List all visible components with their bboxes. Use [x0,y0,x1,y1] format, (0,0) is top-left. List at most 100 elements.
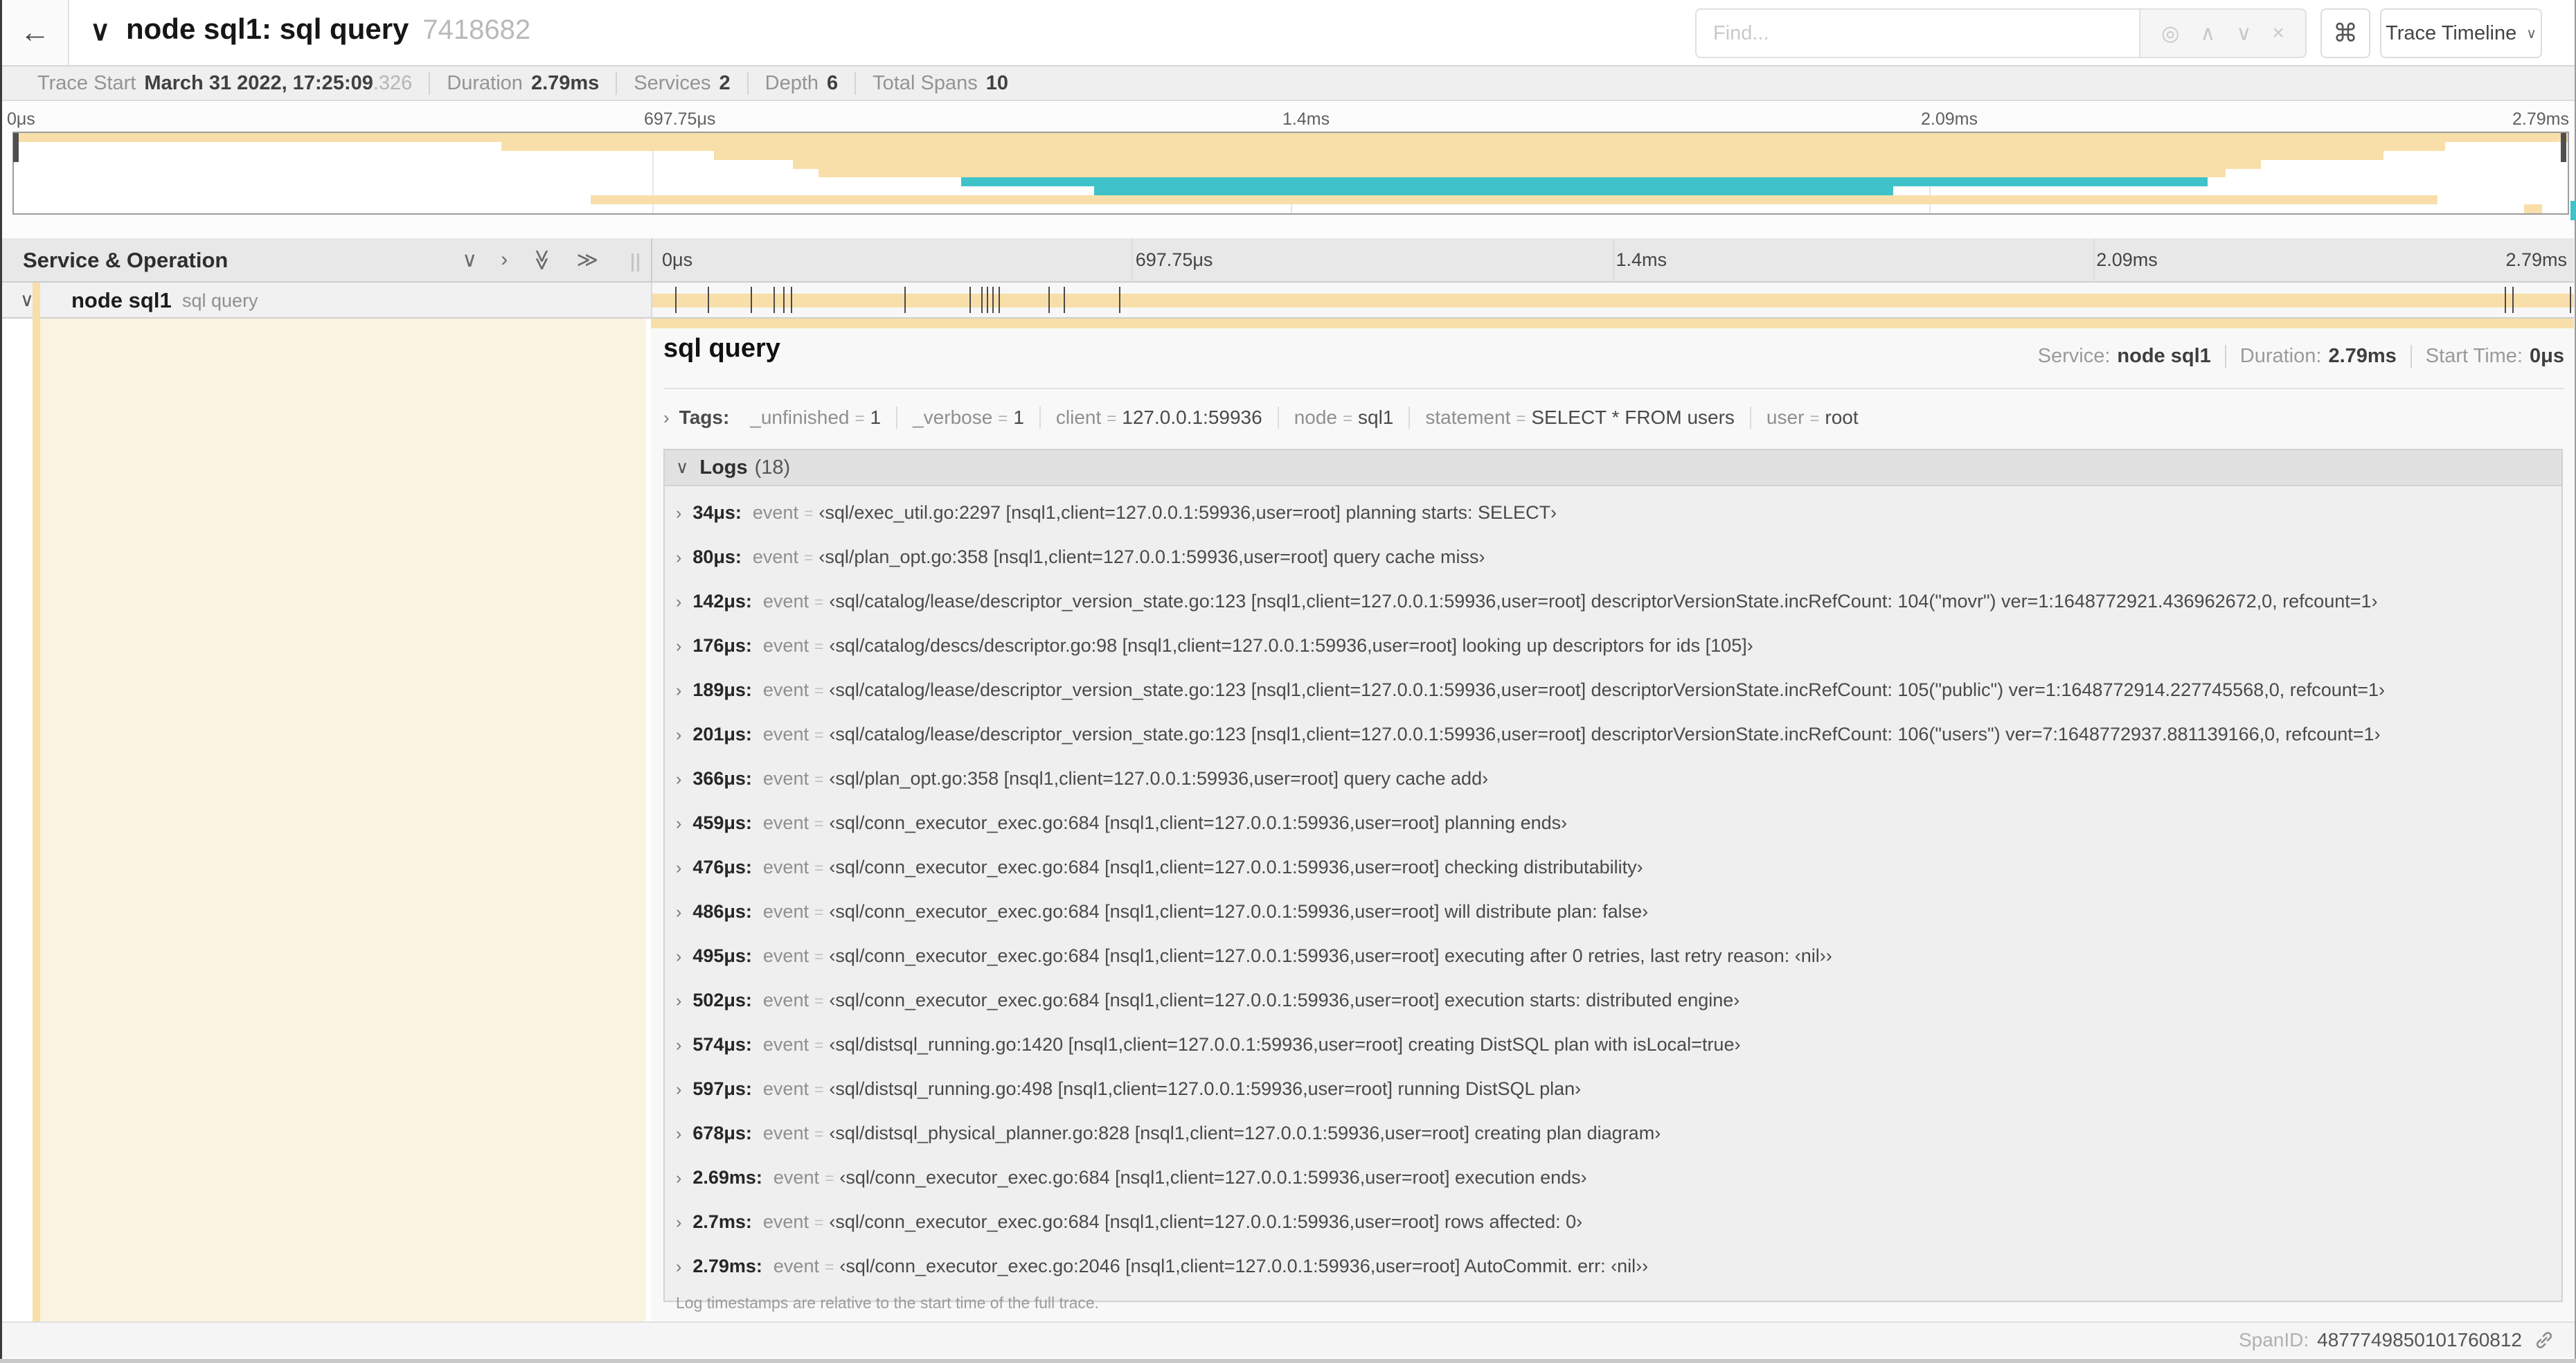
log-marker-tick [1048,287,1050,313]
log-expander-icon[interactable]: › [676,592,681,612]
log-timestamp: 2.79ms: [692,1256,762,1276]
minimap-span-bar [1094,186,1894,196]
minimap-axis-tick: 697.75μs [644,109,716,129]
expand-all-icon[interactable]: ≫ [577,248,598,272]
log-marker-tick [750,287,752,313]
log-timestamp: 80μs: [692,546,742,567]
log-expander-icon[interactable]: › [676,1124,681,1143]
log-row[interactable]: › 678μs: event = ‹sql/distsql_physical_plann… [676,1111,2561,1155]
log-field-key: event [762,945,809,966]
tag-item: client = 127.0.0.1:59936 [1039,407,1278,429]
log-row[interactable]: › 34μs: event = ‹sql/exec_util.go:2297 [nsql… [676,490,2561,535]
log-marker-tick [986,287,988,313]
row-expand-collapse-controls: ∨ › ≫ ≫ [462,248,598,272]
log-equals: = [814,770,824,788]
log-expander-icon[interactable]: › [676,504,681,523]
prev-match-icon[interactable]: ∧ [2200,21,2215,46]
tags-row[interactable]: › Tags: _unfinished = 1 _verbose = 1 client =… [663,399,1874,436]
log-row[interactable]: › 459μs: event = ‹sql/conn_executor_exec.go:… [676,801,2561,845]
expand-one-icon[interactable]: › [501,248,508,272]
log-row[interactable]: › 2.79ms: event = ‹sql/conn_executor_exec.go… [676,1244,2561,1288]
logs-collapse-chevron-icon[interactable]: ∨ [676,457,688,478]
log-row[interactable]: › 142μs: event = ‹sql/catalog/lease/descript… [676,579,2561,623]
back-button[interactable]: ← [2,0,69,65]
log-row[interactable]: › 2.7ms: event = ‹sql/conn_executor_exec.go:… [676,1200,2561,1244]
log-expander-icon[interactable]: › [676,681,681,700]
log-equals: = [814,1125,824,1143]
tag-item: statement = SELECT * FROM users [1408,407,1750,429]
link-icon[interactable] [2533,1329,2555,1351]
clear-find-icon[interactable]: × [2272,21,2284,45]
trace-summary-bar: Trace Start March 31 2022, 17:25:09.326 D… [0,66,2576,101]
log-expander-icon[interactable]: › [676,1257,681,1276]
log-equals: = [814,947,824,965]
log-equals: = [814,1213,824,1231]
minimap-canvas[interactable] [12,132,2569,215]
column-resizer-handle[interactable] [632,253,641,271]
trace-view-selector[interactable]: Trace Timeline ∨ [2380,8,2542,58]
keyboard-shortcuts-button[interactable]: ⌘ [2320,8,2370,58]
log-expander-icon[interactable]: › [676,858,681,878]
summary-value-suffix: .326 [373,71,413,94]
tag-value: 1 [1013,407,1024,428]
app-header: ← ∨ node sql1: sql query7418682 ◎ ∧ ∨ × … [0,0,2576,66]
log-row[interactable]: › 574μs: event = ‹sql/distsql_running.go:142… [676,1022,2561,1067]
span-row-timeline-cell[interactable] [652,283,2574,319]
minimap-right-scrubber-handle[interactable] [2561,133,2566,162]
log-row[interactable]: › 597μs: event = ‹sql/distsql_running.go:498… [676,1067,2561,1111]
tags-expander-icon[interactable]: › [663,407,670,429]
log-field-key: event [762,1034,809,1055]
span-accent-stripe [33,283,40,1321]
log-expander-icon[interactable]: › [676,725,681,745]
log-timestamp: 366μs: [692,768,752,789]
log-expander-icon[interactable]: › [676,991,681,1010]
trace-title[interactable]: node sql1: sql query 7418682 [126,12,530,46]
collapse-one-icon[interactable]: ∨ [462,248,477,272]
log-expander-icon[interactable]: › [676,947,681,966]
log-row[interactable]: › 189μs: event = ‹sql/catalog/lease/descript… [676,668,2561,712]
log-marker-tick [773,287,775,313]
tag-equals: = [1107,409,1117,428]
find-input[interactable] [1695,8,2139,58]
log-timestamp: 201μs: [692,724,752,745]
log-expander-icon[interactable]: › [676,1213,681,1232]
log-row[interactable]: › 502μs: event = ‹sql/conn_executor_exec.go:… [676,978,2561,1022]
log-field-key: event [773,1256,819,1276]
service-operation-header: Service & Operation ∨ › ≫ ≫ [2,238,652,283]
log-expander-icon[interactable]: › [676,548,681,567]
log-row[interactable]: › 2.69ms: event = ‹sql/conn_executor_exec.go… [676,1155,2561,1200]
log-row[interactable]: › 176μs: event = ‹sql/catalog/descs/descript… [676,623,2561,668]
logs-header[interactable]: ∨ Logs (18) [665,450,2561,486]
log-row[interactable]: › 366μs: event = ‹sql/plan_opt.go:358 [nsql1… [676,756,2561,801]
span-detail-footer: SpanID: 4877749850101760812 [2,1321,2575,1357]
summary-label: Total Spans [873,71,978,94]
log-expander-icon[interactable]: › [676,1080,681,1099]
log-expander-icon[interactable]: › [676,769,681,789]
trace-title-chevron-icon[interactable]: ∨ [90,15,110,47]
log-field-key: event [762,591,809,612]
span-meta-item: Duration: 2.79ms [2224,345,2410,368]
log-row[interactable]: › 486μs: event = ‹sql/conn_executor_exec.go:… [676,889,2561,934]
log-field-key: event [762,1211,809,1232]
log-field-key: event [752,502,798,523]
log-expander-icon[interactable]: › [676,902,681,922]
log-row[interactable]: › 476μs: event = ‹sql/conn_executor_exec.go:… [676,845,2561,889]
scroll-indicator[interactable] [2570,201,2576,220]
minimap-left-scrubber-handle[interactable] [13,133,19,162]
span-collapse-chevron-icon[interactable]: ∨ [20,289,34,311]
log-expander-icon[interactable]: › [676,636,681,656]
next-match-icon[interactable]: ∨ [2236,21,2251,46]
collapse-all-icon[interactable]: ≫ [530,249,554,271]
locate-icon[interactable]: ◎ [2161,21,2179,46]
log-expander-icon[interactable]: › [676,1168,681,1188]
log-row[interactable]: › 80μs: event = ‹sql/plan_opt.go:358 [nsql1,… [676,535,2561,579]
log-expander-icon[interactable]: › [676,814,681,833]
span-detail-panel: sql query Service: node sql1 Duration: 2.7… [651,328,2574,1321]
span-row-service-cell[interactable]: ∨ node sql1 sql query [2,283,652,319]
log-equals: = [814,682,824,700]
span-operation-name: sql query [182,290,258,311]
log-row[interactable]: › 495μs: event = ‹sql/conn_executor_exec.go:… [676,934,2561,978]
log-expander-icon[interactable]: › [676,1035,681,1055]
command-icon: ⌘ [2333,19,2358,47]
log-row[interactable]: › 201μs: event = ‹sql/catalog/lease/descript… [676,712,2561,756]
